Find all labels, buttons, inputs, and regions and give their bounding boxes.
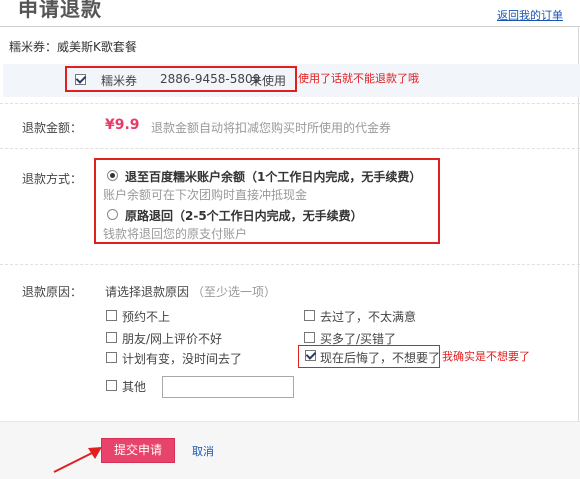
- reason-checkbox[interactable]: [304, 332, 315, 343]
- section-divider: [0, 264, 580, 266]
- arrow-annotation-icon: [53, 447, 102, 473]
- coupon-checkbox[interactable]: [75, 74, 86, 85]
- method-original-radio[interactable]: [107, 209, 118, 220]
- refund-amount: ¥9.9: [105, 117, 140, 133]
- reason-text: 去过了，不太满意: [320, 310, 417, 324]
- reason-label: 退款原因：: [22, 285, 83, 299]
- method-balance-desc: 账户余额可在下次团购时直接冲抵现金: [103, 188, 308, 202]
- method-balance-radio[interactable]: [107, 170, 118, 181]
- header-divider: [0, 26, 580, 27]
- back-to-orders-link[interactable]: 返回我的订单: [497, 7, 563, 23]
- coupon-type: 糯米券: [101, 74, 138, 88]
- reason-text: 朋友/网上评价不好: [122, 332, 223, 346]
- amount-hint: 退款金额自动将扣减您购买时所使用的代金券: [151, 121, 392, 135]
- other-reason-input[interactable]: [162, 376, 294, 398]
- method-original-desc: 钱款将退回您的原支付账户: [103, 227, 248, 241]
- regret-checkbox[interactable]: [305, 350, 316, 361]
- cancel-link[interactable]: 取消: [192, 443, 214, 459]
- regret-annotation: 我确实是不想要了: [442, 350, 530, 363]
- submit-button[interactable]: 提交申请: [101, 438, 175, 463]
- reason-checkbox[interactable]: [106, 332, 117, 343]
- coupon-status: 未使用: [250, 74, 287, 88]
- reason-checkbox[interactable]: [106, 310, 117, 321]
- section-divider: [0, 148, 580, 150]
- method-original-title: 原路退回（2-5个工作日内完成，无手续费）: [125, 209, 363, 223]
- method-balance-title: 退至百度糯米账户余额（1个工作日内完成，无手续费）: [125, 170, 422, 184]
- coupon-code: 2886-9458-5809: [160, 72, 261, 86]
- reason-checkbox[interactable]: [304, 310, 315, 321]
- reason-checkbox[interactable]: [106, 352, 117, 363]
- method-label: 退款方式：: [22, 172, 83, 186]
- amount-label: 退款金额：: [22, 121, 83, 135]
- reason-prompt-hint: （至少选一项）: [192, 285, 277, 299]
- reason-text-other: 其他: [122, 380, 147, 394]
- coupon-annotation: 使用了话就不能退款了哦: [298, 72, 419, 85]
- section-divider: [0, 103, 580, 105]
- product-name: 糯米券：威美斯K歌套餐: [9, 40, 137, 54]
- reason-text: 现在后悔了，不想要了: [320, 351, 441, 365]
- reason-text: 预约不上: [122, 310, 171, 324]
- reason-text: 计划有变，没时间去了: [122, 352, 243, 366]
- reason-prompt: 请选择退款原因: [105, 285, 190, 299]
- reason-checkbox-other[interactable]: [106, 380, 117, 391]
- page-title: 申请退款: [18, 0, 102, 21]
